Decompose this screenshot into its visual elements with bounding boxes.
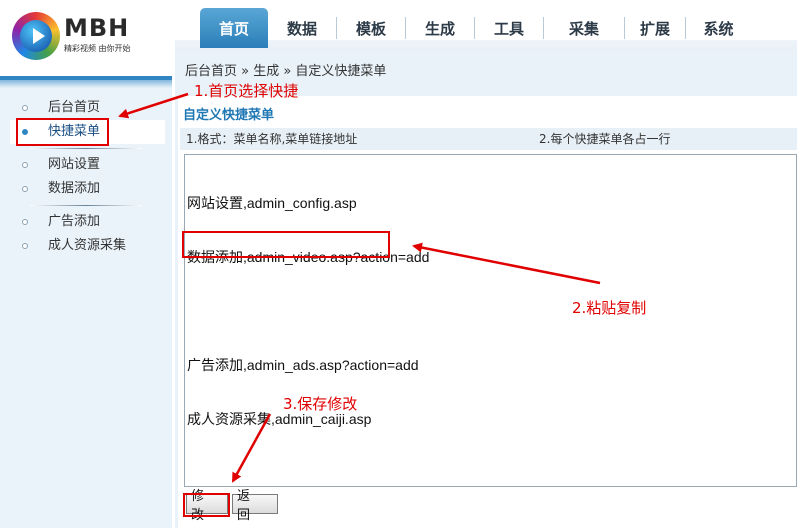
logo[interactable]: MBH 精彩视频 由你开始 <box>10 12 150 62</box>
bullet-icon <box>22 105 28 111</box>
sidebar-divider <box>30 205 142 206</box>
tab-extend[interactable]: 扩展 <box>625 8 685 48</box>
top-nav: 首页 数据 模板 生成 工具 采集 扩展 系统 <box>200 8 751 48</box>
tab-system[interactable]: 系统 <box>686 8 751 48</box>
editor-line: 广告添加,admin_ads.asp?action=add <box>187 357 419 373</box>
sidebar-item-add-data[interactable]: 数据添加 <box>10 177 165 201</box>
format-hint: 1.格式：菜单名称,菜单链接地址 <box>186 132 358 146</box>
tab-template[interactable]: 模板 <box>337 8 405 48</box>
highlight-save-button <box>183 493 230 517</box>
sidebar-accent-strip <box>0 76 172 80</box>
logo-slogan: 精彩视频 由你开始 <box>64 44 131 53</box>
format-hint-row: 1.格式：菜单名称,菜单链接地址 2.每个快捷菜单各占一行 <box>180 128 797 150</box>
bullet-icon <box>22 219 28 225</box>
sidebar-item-label: 网站设置 <box>48 157 101 172</box>
sidebar-item-label: 广告添加 <box>48 214 101 229</box>
bullet-icon <box>22 186 28 192</box>
breadcrumb: 后台首页 » 生成 » 自定义快捷菜单 <box>185 64 387 79</box>
sidebar-header-strip <box>0 80 172 88</box>
sidebar: 后台首页 快捷菜单 网站设置 数据添加 广告添加 成人资源采集 <box>0 80 172 528</box>
sidebar-item-resource-collect[interactable]: 成人资源采集 <box>10 234 165 258</box>
tab-home[interactable]: 首页 <box>200 8 268 48</box>
sidebar-body: 后台首页 快捷菜单 网站设置 数据添加 广告添加 成人资源采集 <box>0 88 172 528</box>
line-hint: 2.每个快捷菜单各占一行 <box>539 132 671 146</box>
sidebar-item-site-settings[interactable]: 网站设置 <box>10 153 165 177</box>
annotation-step-3: 3.保存修改 <box>283 395 358 413</box>
sidebar-item-label: 数据添加 <box>48 181 101 196</box>
panel-title: 自定义快捷菜单 <box>183 108 275 123</box>
editor-line: 成人资源采集,admin_caiji.asp <box>187 411 372 427</box>
shortcut-menu-panel: 自定义快捷菜单 1.格式：菜单名称,菜单链接地址 2.每个快捷菜单各占一行 网站… <box>178 96 797 528</box>
sidebar-item-add-ads[interactable]: 广告添加 <box>10 210 165 234</box>
logo-ring-icon <box>12 12 60 60</box>
annotation-step-2: 2.粘贴复制 <box>572 299 647 317</box>
play-icon <box>33 28 45 44</box>
tab-collect[interactable]: 采集 <box>544 8 624 48</box>
tab-tools[interactable]: 工具 <box>475 8 543 48</box>
highlight-shortcut-menu <box>16 118 109 146</box>
bullet-icon <box>22 243 28 249</box>
shortcut-menu-textarea[interactable]: 网站设置,admin_config.asp 数据添加,admin_video.a… <box>184 154 797 487</box>
tab-data[interactable]: 数据 <box>268 8 336 48</box>
editor-line: 网站设置,admin_config.asp <box>187 195 357 211</box>
highlight-pasted-line <box>182 231 390 258</box>
sidebar-divider <box>30 148 142 149</box>
sidebar-item-label: 成人资源采集 <box>48 238 127 253</box>
sidebar-item-label: 后台首页 <box>48 100 101 115</box>
back-button[interactable]: 返回 <box>232 489 278 523</box>
logo-text: MBH <box>64 14 130 42</box>
main-content: 后台首页 » 生成 » 自定义快捷菜单 自定义快捷菜单 1.格式：菜单名称,菜单… <box>175 50 797 528</box>
bullet-icon <box>22 162 28 168</box>
sidebar-item-dashboard[interactable]: 后台首页 <box>10 96 165 120</box>
annotation-step-1: 1.首页选择快捷 <box>194 82 299 100</box>
tab-generate[interactable]: 生成 <box>406 8 474 48</box>
